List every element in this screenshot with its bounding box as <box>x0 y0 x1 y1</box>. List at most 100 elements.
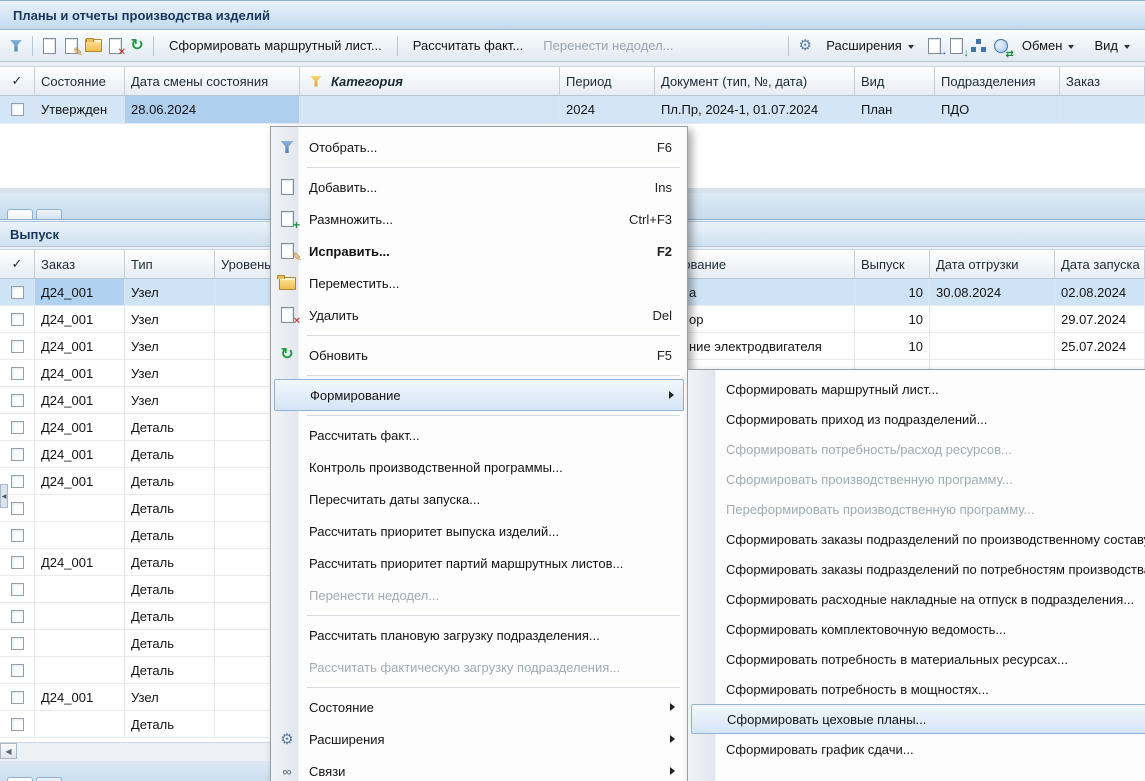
scroll-left-button[interactable]: ◀ <box>0 743 17 759</box>
column-header-check[interactable]: ✓ <box>0 250 35 278</box>
context-menu-item[interactable]: Связи <box>274 755 684 781</box>
order-cell <box>1060 96 1145 124</box>
menu-item-label: Сформировать заказы подразделений по пот… <box>717 562 1145 577</box>
detail-tab[interactable] <box>36 209 62 219</box>
add-document-icon[interactable] <box>39 36 59 56</box>
context-menu-item[interactable] <box>274 371 684 379</box>
row-checkbox[interactable] <box>11 286 24 299</box>
column-header-departments[interactable]: Подразделения <box>935 67 1060 95</box>
column-header-check[interactable]: ✓ <box>0 67 35 95</box>
context-menu-item[interactable] <box>274 163 684 171</box>
column-header-ship-date[interactable]: Дата отгрузки <box>930 250 1055 278</box>
row-checkbox[interactable] <box>11 448 24 461</box>
context-menu-item[interactable] <box>274 683 684 691</box>
column-header-type[interactable]: Тип <box>125 250 215 278</box>
menu-item-icon <box>274 209 300 229</box>
row-checkbox[interactable] <box>11 502 24 515</box>
column-header-kind[interactable]: Вид <box>855 67 935 95</box>
context-menu-item[interactable]: Состояние <box>274 691 684 723</box>
context-menu-item[interactable]: Пересчитать даты запуска... <box>274 483 684 515</box>
row-checkbox[interactable] <box>11 637 24 650</box>
form-route-sheet-button[interactable]: Сформировать маршрутный лист... <box>160 34 391 57</box>
row-checkbox[interactable] <box>11 691 24 704</box>
context-menu-item[interactable] <box>274 611 684 619</box>
context-menu-item[interactable] <box>274 411 684 419</box>
context-menu-item[interactable]: Расширения <box>274 723 684 755</box>
submenu-item[interactable]: Сформировать маршрутный лист... <box>691 374 1145 404</box>
column-header-launch-date[interactable]: Дата запуска <box>1055 250 1145 278</box>
submenu-item[interactable]: Сформировать потребность в мощностях... <box>691 674 1145 704</box>
context-menu-item[interactable]: Рассчитать факт... <box>274 419 684 451</box>
row-checkbox[interactable] <box>11 529 24 542</box>
column-header-period[interactable]: Период <box>560 67 655 95</box>
row-checkbox[interactable] <box>11 475 24 488</box>
delete-document-icon[interactable] <box>105 36 125 56</box>
row-checkbox[interactable] <box>11 583 24 596</box>
context-menu-item[interactable] <box>274 331 684 339</box>
submenu-item[interactable]: Сформировать заказы подразделений по про… <box>691 524 1145 554</box>
view-button[interactable]: Вид <box>1085 34 1139 57</box>
submenu-item[interactable]: Сформировать комплектовочную ведомость..… <box>691 614 1145 644</box>
context-menu-item[interactable]: Контроль производственной программы... <box>274 451 684 483</box>
submenu-item[interactable]: Сформировать потребность в материальных … <box>691 644 1145 674</box>
menu-item-label: Сформировать цеховые планы... <box>718 712 926 727</box>
context-menu-item[interactable]: Рассчитать приоритет партий маршрутных л… <box>274 547 684 579</box>
column-header-document[interactable]: Документ (тип, №, дата) <box>655 67 855 95</box>
bottom-tab[interactable] <box>36 777 62 781</box>
edit-document-icon[interactable] <box>61 36 81 56</box>
column-header-state[interactable]: Состояние <box>35 67 125 95</box>
column-header-state-date[interactable]: Дата смены состояния <box>125 67 300 95</box>
context-menu-item[interactable]: Обновить F5 <box>274 339 684 371</box>
column-header-order[interactable]: Заказ <box>1060 67 1145 95</box>
detail-tab[interactable] <box>7 209 33 219</box>
move-folder-icon[interactable] <box>83 36 103 56</box>
row-checkbox[interactable] <box>11 556 24 569</box>
context-menu-item[interactable]: Исправить... F2 <box>274 235 684 267</box>
calc-fact-button[interactable]: Рассчитать факт... <box>404 34 533 57</box>
column-header-order[interactable]: Заказ <box>35 250 125 278</box>
export-document-icon[interactable] <box>925 36 945 56</box>
row-checkbox[interactable] <box>11 103 24 116</box>
context-menu-item[interactable]: Отобрать... F6 <box>274 131 684 163</box>
submenu-item[interactable]: Сформировать график сдачи... <box>691 734 1145 764</box>
column-header-qty[interactable]: Выпуск <box>855 250 930 278</box>
splitter-collapse-button[interactable]: ◀ <box>0 484 8 508</box>
context-menu-item[interactable]: Перенести недодел... <box>274 579 684 611</box>
row-checkbox[interactable] <box>11 340 24 353</box>
ship-date-cell <box>930 306 1055 333</box>
row-checkbox[interactable] <box>11 367 24 380</box>
extensions-button[interactable]: Расширения <box>817 34 923 57</box>
context-menu-item[interactable]: Рассчитать фактическую загрузку подразде… <box>274 651 684 683</box>
row-checkbox[interactable] <box>11 394 24 407</box>
context-menu-item[interactable]: Добавить... Ins <box>274 171 684 203</box>
import-document-icon[interactable] <box>947 36 967 56</box>
context-menu-item[interactable]: Рассчитать плановую загрузку подразделен… <box>274 619 684 651</box>
context-menu-item[interactable]: Переместить... <box>274 267 684 299</box>
exchange-globe-icon[interactable] <box>991 36 1011 56</box>
submenu-item[interactable]: Сформировать потребность/расход ресурсов… <box>691 434 1145 464</box>
submenu-item[interactable]: Сформировать производственную программу.… <box>691 464 1145 494</box>
bottom-tab[interactable] <box>7 777 33 781</box>
row-checkbox[interactable] <box>11 421 24 434</box>
row-checkbox[interactable] <box>11 664 24 677</box>
submenu-item[interactable]: Сформировать приход из подразделений... <box>691 404 1145 434</box>
column-header-category[interactable]: Категория <box>300 67 560 95</box>
submenu-item[interactable]: Сформировать заказы подразделений по пот… <box>691 554 1145 584</box>
refresh-icon[interactable] <box>127 36 147 56</box>
row-checkbox[interactable] <box>11 610 24 623</box>
submenu-item[interactable]: Сформировать расходные накладные на отпу… <box>691 584 1145 614</box>
submenu-item[interactable]: Сформировать цеховые планы... <box>691 704 1145 734</box>
filter-icon[interactable] <box>6 36 26 56</box>
submenu-item[interactable]: Переформировать производственную програм… <box>691 494 1145 524</box>
move-backlog-button[interactable]: Перенести недодел... <box>534 34 682 57</box>
row-checkbox[interactable] <box>11 313 24 326</box>
context-menu-item[interactable]: Удалить Del <box>274 299 684 331</box>
plans-table-row[interactable]: Утвержден 28.06.2024 2024 Пл.Пр, 2024-1,… <box>0 96 1145 124</box>
context-menu-item[interactable]: Рассчитать приоритет выпуска изделий... <box>274 515 684 547</box>
extensions-icon[interactable] <box>795 36 815 56</box>
structure-icon[interactable] <box>969 36 989 56</box>
row-checkbox[interactable] <box>11 718 24 731</box>
context-menu-item[interactable]: Формирование <box>274 379 684 411</box>
context-menu-item[interactable]: Размножить... Ctrl+F3 <box>274 203 684 235</box>
exchange-button[interactable]: Обмен <box>1013 34 1084 57</box>
